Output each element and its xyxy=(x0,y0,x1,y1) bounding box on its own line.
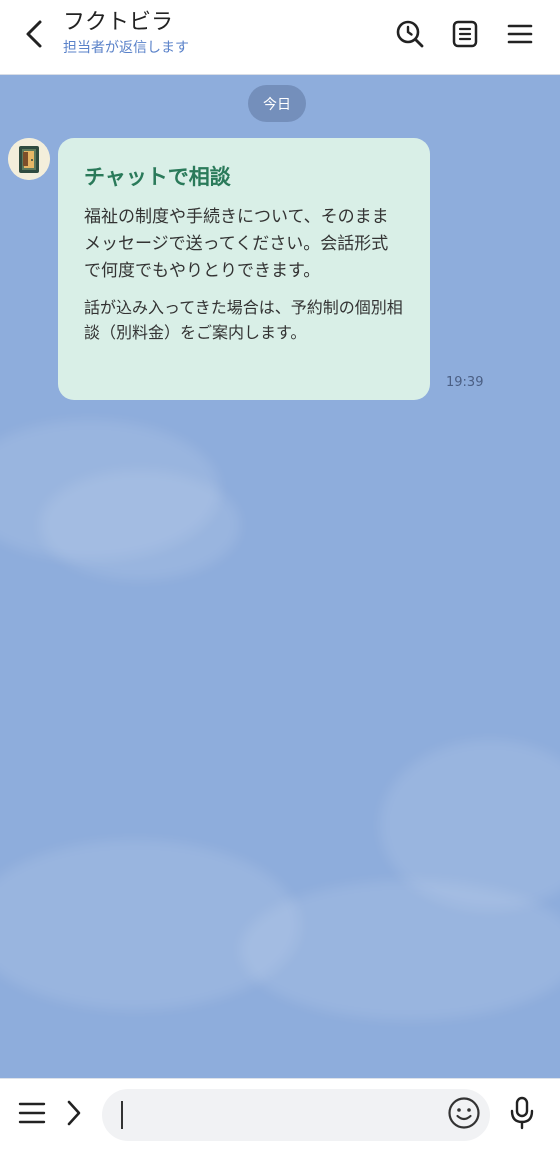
message-body: 福祉の制度や手続きについて、そのままメッセージで送ってください。会話形式で何度で… xyxy=(84,207,389,281)
emoji-icon xyxy=(447,1096,481,1134)
chat-title: フクトビラ xyxy=(63,10,174,35)
back-button[interactable] xyxy=(14,14,54,58)
door-logo-icon xyxy=(8,138,50,180)
chat-screen: フクトビラ 担当者が返信します 今日 チャットで相談 福祉の制度や手続きについて… xyxy=(0,0,560,1151)
menu-icon xyxy=(507,22,533,50)
chat-header: フクトビラ 担当者が返信します xyxy=(0,0,560,75)
expand-button[interactable] xyxy=(54,1095,94,1135)
voice-input-button[interactable] xyxy=(502,1095,542,1135)
cloud-decoration xyxy=(240,880,560,1020)
message-title: チャットで相談 xyxy=(84,165,231,189)
date-separator: 今日 xyxy=(248,85,306,122)
microphone-icon xyxy=(509,1096,535,1134)
menu-icon xyxy=(18,1101,46,1129)
notes-icon xyxy=(451,19,479,53)
search-button[interactable] xyxy=(390,16,430,56)
message-input-bar xyxy=(0,1078,560,1151)
notes-button[interactable] xyxy=(445,16,485,56)
emoji-button[interactable] xyxy=(446,1097,482,1133)
message-timestamp: 19:39 xyxy=(446,375,484,390)
chat-title-block: フクトビラ 担当者が返信します xyxy=(63,8,189,58)
search-icon xyxy=(395,19,425,53)
cloud-decoration xyxy=(40,470,240,580)
message-input[interactable] xyxy=(102,1089,490,1141)
chat-subtitle: 担当者が返信します xyxy=(63,40,189,56)
message-bubble[interactable]: チャットで相談 福祉の制度や手続きについて、そのままメッセージで送ってください。… xyxy=(58,138,430,400)
text-cursor xyxy=(121,1101,123,1129)
avatar[interactable] xyxy=(8,138,50,180)
message-note: 話が込み入ってきた場合は、予約制の個別相談（別料金）をご案内します。 xyxy=(84,298,403,342)
chevron-right-icon xyxy=(65,1099,83,1131)
back-icon xyxy=(23,19,45,53)
input-menu-button[interactable] xyxy=(12,1095,52,1135)
menu-button[interactable] xyxy=(500,16,540,56)
